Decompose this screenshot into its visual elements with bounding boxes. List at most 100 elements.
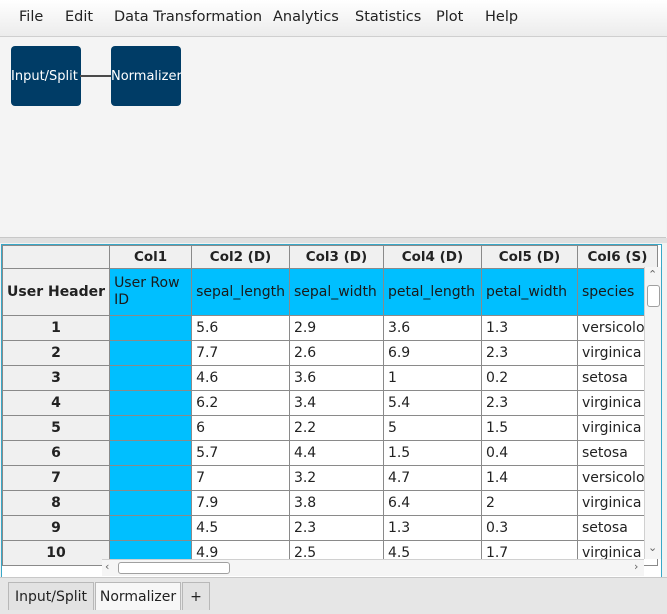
table-cell[interactable]: 2.3: [480, 340, 578, 366]
row-number: 9: [2, 515, 111, 541]
col-header[interactable]: Col6 (S): [576, 245, 658, 269]
table-row: 4 6.2 3.4 5.4 2.3 virginica: [2, 390, 658, 416]
col-header[interactable]: Col3 (D): [288, 245, 384, 269]
menu-file[interactable]: File: [19, 9, 43, 25]
table-cell[interactable]: 5: [382, 415, 482, 441]
scroll-left-icon[interactable]: ‹: [105, 560, 109, 573]
table-cell[interactable]: 4.6: [191, 365, 290, 391]
menu-data-transformation[interactable]: Data Transformation: [114, 9, 262, 25]
table-cell[interactable]: 3.4: [288, 390, 384, 416]
table-cell[interactable]: 4.7: [382, 465, 482, 491]
table-cell[interactable]: 5.4: [382, 390, 482, 416]
row-id-cell[interactable]: [109, 515, 193, 541]
user-header-cell[interactable]: petal_width: [480, 268, 578, 316]
table-cell[interactable]: 5.7: [191, 440, 290, 466]
node-connector: [80, 75, 112, 77]
row-id-cell[interactable]: [109, 340, 193, 366]
splitter[interactable]: [0, 238, 667, 243]
workflow-canvas[interactable]: Input/Split Normalizer: [0, 37, 666, 238]
table-cell[interactable]: 7: [191, 465, 290, 491]
table-cell[interactable]: 3.6: [382, 315, 482, 341]
table-cell[interactable]: 3.8: [288, 490, 384, 516]
user-header-cell[interactable]: User Row ID: [109, 268, 193, 316]
menu-statistics[interactable]: Statistics: [355, 9, 421, 25]
vertical-scrollbar[interactable]: ⌃ ⌄: [644, 267, 661, 559]
user-header-row: User Header User Row ID sepal_length sep…: [2, 268, 658, 316]
table-cell[interactable]: 4.4: [288, 440, 384, 466]
menu-help[interactable]: Help: [485, 9, 518, 25]
vertical-scroll-thumb[interactable]: [647, 285, 660, 307]
scroll-right-icon[interactable]: ›: [634, 560, 638, 573]
add-icon: +: [190, 588, 202, 605]
tab-input-split[interactable]: Input/Split: [8, 582, 94, 610]
add-tab-button[interactable]: +: [182, 582, 210, 610]
table-cell[interactable]: 6.4: [382, 490, 482, 516]
table-cell[interactable]: 1: [382, 365, 482, 391]
row-id-cell[interactable]: [109, 415, 193, 441]
tab-label: Input/Split: [14, 588, 87, 605]
table-cell[interactable]: 2.3: [480, 390, 578, 416]
row-number: 7: [2, 465, 111, 491]
table-cell[interactable]: 6: [191, 415, 290, 441]
row-id-cell[interactable]: [109, 440, 193, 466]
table-cell[interactable]: 2: [480, 490, 578, 516]
table-row: 5 6 2.2 5 1.5 virginica: [2, 415, 658, 441]
column-header-row: Col1 Col2 (D) Col3 (D) Col4 (D) Col5 (D)…: [2, 245, 658, 269]
col-header[interactable]: Col2 (D): [191, 245, 290, 269]
table-cell[interactable]: 0.4: [480, 440, 578, 466]
table-cell[interactable]: 3.2: [288, 465, 384, 491]
horizontal-scroll-thumb[interactable]: [118, 562, 230, 574]
row-id-cell[interactable]: [109, 465, 193, 491]
row-number: 1: [2, 315, 111, 341]
menu-analytics[interactable]: Analytics: [273, 9, 339, 25]
tab-normalizer[interactable]: Normalizer: [95, 582, 181, 610]
row-number: 2: [2, 340, 111, 366]
user-header-cell[interactable]: sepal_length: [191, 268, 290, 316]
col-header[interactable]: Col1: [109, 245, 193, 269]
row-number: 5: [2, 415, 111, 441]
table-row: 1 5.6 2.9 3.6 1.3 versicolor: [2, 315, 658, 341]
table-cell[interactable]: 2.2: [288, 415, 384, 441]
table-cell[interactable]: 1.3: [382, 515, 482, 541]
col-header[interactable]: Col4 (D): [382, 245, 482, 269]
row-id-cell[interactable]: [109, 490, 193, 516]
table-cell[interactable]: 1.5: [480, 415, 578, 441]
table-cell[interactable]: 3.6: [288, 365, 384, 391]
table-row: 9 4.5 2.3 1.3 0.3 setosa: [2, 515, 658, 541]
data-table: Col1 Col2 (D) Col3 (D) Col4 (D) Col5 (D)…: [2, 245, 658, 566]
row-id-cell[interactable]: [109, 365, 193, 391]
table-cell[interactable]: 1.5: [382, 440, 482, 466]
scroll-up-icon[interactable]: ⌃: [648, 268, 657, 281]
row-id-cell[interactable]: [109, 315, 193, 341]
table-cell[interactable]: 2.9: [288, 315, 384, 341]
table-cell[interactable]: 6.9: [382, 340, 482, 366]
row-number: 6: [2, 440, 111, 466]
table-cell[interactable]: 2.6: [288, 340, 384, 366]
horizontal-scrollbar[interactable]: ‹ ›: [102, 559, 644, 576]
table-cell[interactable]: 6.2: [191, 390, 290, 416]
user-header-cell[interactable]: petal_length: [382, 268, 482, 316]
node-normalizer[interactable]: Normalizer: [111, 46, 181, 106]
scroll-down-icon[interactable]: ⌄: [648, 541, 657, 554]
data-grid: Col1 Col2 (D) Col3 (D) Col4 (D) Col5 (D)…: [1, 244, 662, 578]
table-cell[interactable]: 5.6: [191, 315, 290, 341]
table-cell[interactable]: 1.4: [480, 465, 578, 491]
user-header-cell[interactable]: sepal_width: [288, 268, 384, 316]
menu-plot[interactable]: Plot: [436, 9, 463, 25]
corner-cell: [2, 245, 111, 269]
col-header[interactable]: Col5 (D): [480, 245, 578, 269]
table-cell[interactable]: 0.3: [480, 515, 578, 541]
node-normalizer-label: Normalizer: [111, 68, 181, 84]
node-input-split-label: Input/Split: [11, 68, 78, 84]
table-cell[interactable]: 1.3: [480, 315, 578, 341]
table-cell[interactable]: 0.2: [480, 365, 578, 391]
node-input-split[interactable]: Input/Split: [11, 46, 81, 106]
table-cell[interactable]: 2.3: [288, 515, 384, 541]
menu-bar: File Edit Data Transformation Analytics …: [0, 0, 667, 37]
table-cell[interactable]: 4.5: [191, 515, 290, 541]
menu-edit[interactable]: Edit: [65, 9, 93, 25]
table-cell[interactable]: 7.7: [191, 340, 290, 366]
user-header-label: User Header: [2, 268, 111, 316]
row-id-cell[interactable]: [109, 390, 193, 416]
table-cell[interactable]: 7.9: [191, 490, 290, 516]
